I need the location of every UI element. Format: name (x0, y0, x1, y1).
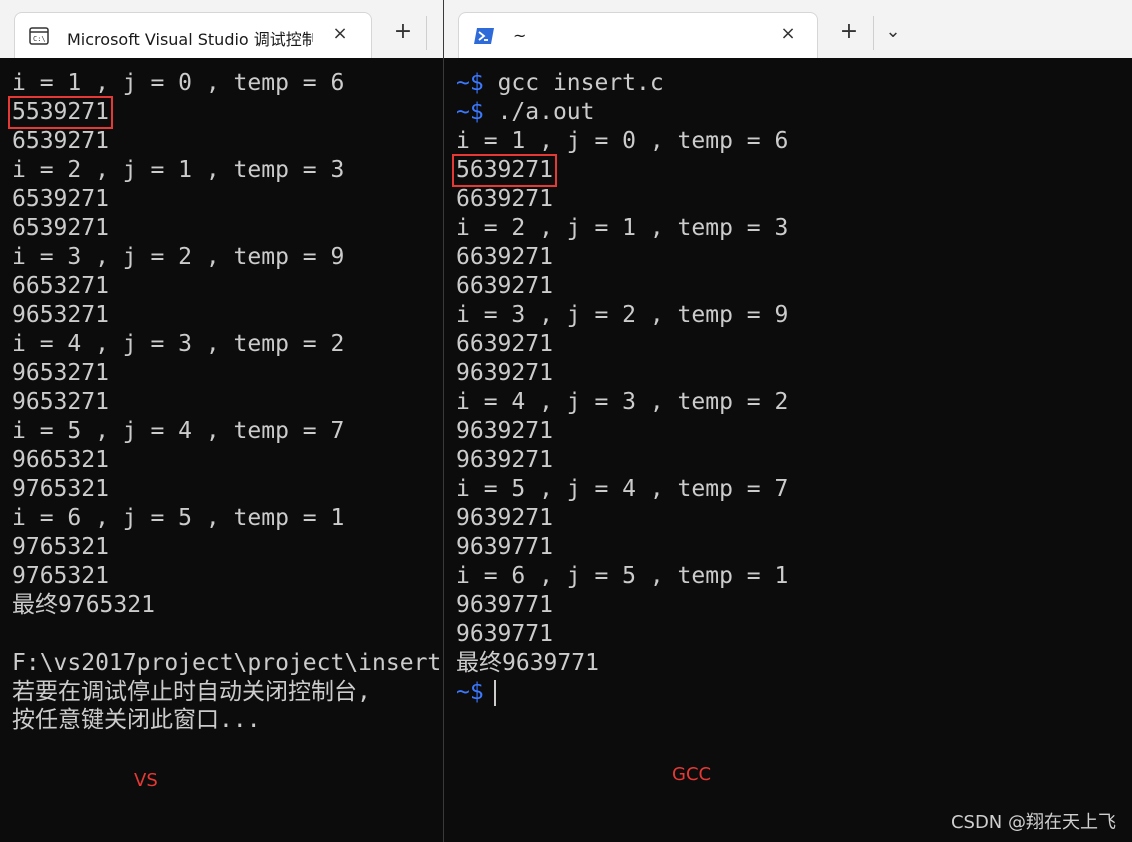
console-line: i = 2 , j = 1 , temp = 3 (12, 157, 345, 183)
gcc-terminal-window: ~ × + ⌄ ~$ gcc insert.c ~$ ./a.out i = 1… (443, 0, 1132, 842)
vs-caption: VS (134, 770, 158, 791)
prompt: ~$ (456, 99, 484, 125)
command-text: ./a.out (497, 99, 595, 125)
output-line: 9639771 (456, 621, 553, 647)
output-line: 6639271 (456, 186, 553, 212)
vs-console-output: i = 1 , j = 0 , temp = 6 5539271 6539271… (8, 69, 443, 734)
output-line: 最终9639771 (456, 650, 599, 676)
console-line: 6539271 (12, 215, 109, 241)
output-line: i = 6 , j = 5 , temp = 1 (456, 563, 789, 589)
terminal-tab-bar: ~ × + ⌄ (444, 0, 1132, 58)
output-line: i = 4 , j = 3 , temp = 2 (456, 389, 789, 415)
toolbar-divider (873, 16, 874, 50)
console-line: 9653271 (12, 360, 109, 386)
console-line: 9653271 (12, 389, 109, 415)
console-line: 最终9765321 (12, 592, 155, 618)
console-line: 9765321 (12, 476, 109, 502)
tab-title: Microsoft Visual Studio 调试控制台 (67, 30, 313, 49)
output-line: 9639271 (456, 447, 553, 473)
console-line-highlighted: 5539271 (8, 96, 443, 129)
tab-title: ~ (513, 26, 527, 45)
new-tab-button[interactable]: + (834, 20, 864, 44)
powershell-icon (474, 28, 494, 44)
prompt: ~$ (456, 679, 484, 705)
console-line: F:\vs2017project\project\insert (12, 650, 442, 676)
toolbar-divider (426, 16, 427, 50)
console-line: 6539271 (12, 186, 109, 212)
text-cursor (493, 679, 496, 706)
output-line: 6639271 (456, 331, 553, 357)
output-line: 6639271 (456, 273, 553, 299)
close-tab-button[interactable]: × (777, 23, 799, 45)
highlight-box: 5639271 (452, 154, 557, 187)
output-line: 6639271 (456, 244, 553, 270)
chevron-down-icon[interactable]: ⌄ (878, 20, 908, 44)
close-tab-button[interactable]: × (329, 23, 351, 45)
output-line: i = 3 , j = 2 , temp = 9 (456, 302, 789, 328)
console-line: 9653271 (12, 302, 109, 328)
vs-console-window: C:\ Microsoft Visual Studio 调试控制台 × + i … (0, 0, 443, 842)
tab-vs-debug-console[interactable]: C:\ Microsoft Visual Studio 调试控制台 × (14, 12, 372, 58)
svg-text:C:\: C:\ (33, 35, 46, 43)
output-line-highlighted: 5639271 (452, 154, 1132, 187)
command-text: gcc insert.c (497, 70, 664, 96)
console-window-icon: C:\ (29, 27, 49, 45)
command-line: ~$ gcc insert.c (456, 69, 1132, 98)
highlight-box: 5539271 (8, 96, 113, 129)
csdn-watermark: CSDN @翔在天上飞 (950, 812, 1116, 833)
vs-tab-bar: C:\ Microsoft Visual Studio 调试控制台 × + (0, 0, 443, 58)
new-tab-button[interactable]: + (388, 20, 418, 44)
console-line: 9765321 (12, 563, 109, 589)
output-line: 9639271 (456, 360, 553, 386)
current-prompt-line[interactable]: ~$ (456, 678, 1132, 707)
console-line: i = 5 , j = 4 , temp = 7 (12, 418, 345, 444)
output-line: 9639771 (456, 534, 553, 560)
command-line: ~$ ./a.out (456, 98, 1132, 127)
output-line: i = 1 , j = 0 , temp = 6 (456, 128, 789, 154)
output-line: 9639271 (456, 418, 553, 444)
console-line: 6653271 (12, 273, 109, 299)
console-line: 9665321 (12, 447, 109, 473)
output-line: 9639771 (456, 592, 553, 618)
output-line: i = 2 , j = 1 , temp = 3 (456, 215, 789, 241)
tab-home[interactable]: ~ × (458, 12, 818, 58)
console-line: i = 3 , j = 2 , temp = 9 (12, 244, 345, 270)
terminal-output: ~$ gcc insert.c ~$ ./a.out i = 1 , j = 0… (452, 69, 1132, 707)
console-line: i = 6 , j = 5 , temp = 1 (12, 505, 345, 531)
console-line: 若要在调试停止时自动关闭控制台, (12, 679, 371, 705)
console-line: 6539271 (12, 128, 109, 154)
console-line: i = 1 , j = 0 , temp = 6 (12, 70, 345, 96)
prompt: ~$ (456, 70, 484, 96)
console-line: 按任意键关闭此窗口... (12, 707, 261, 733)
gcc-caption: GCC (672, 764, 712, 785)
console-line: 9765321 (12, 534, 109, 560)
output-line: i = 5 , j = 4 , temp = 7 (456, 476, 789, 502)
console-line: i = 4 , j = 3 , temp = 2 (12, 331, 345, 357)
output-line: 9639271 (456, 505, 553, 531)
